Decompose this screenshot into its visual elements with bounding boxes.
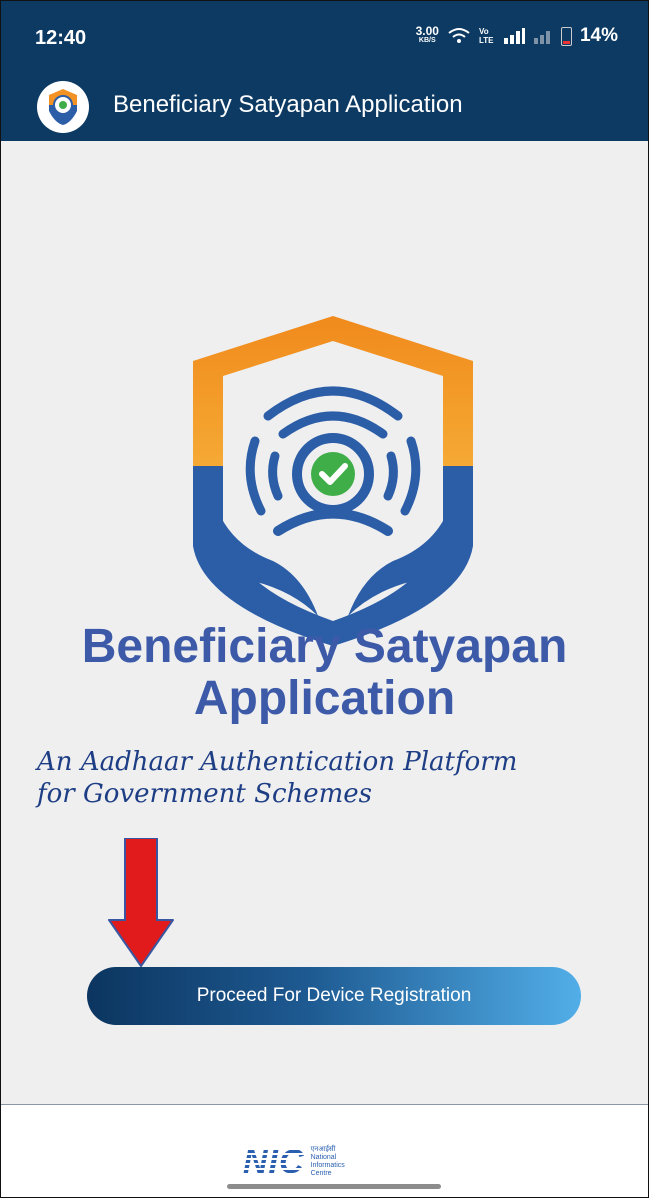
status-time: 12:40 [35,27,87,49]
app-title: Beneficiary Satyapan Application [113,91,463,118]
status-icons: 3.00 KB/S Vo LTE 14% [416,25,618,47]
volte-icon: Vo LTE [478,27,494,45]
phone-screen: 12:40 3.00 KB/S Vo LTE 14% Beneficiary S… [0,0,649,1198]
nic-logo-icon: NIC एनआईसी National Informatics Centre [243,1143,345,1181]
home-indicator[interactable] [227,1184,441,1189]
signal-weak-icon [533,31,550,44]
status-bar: 12:40 3.00 KB/S Vo LTE 14% [1,1,648,73]
app-heading: Beneficiary Satyapan Application [81,620,568,725]
app-logo-icon [37,81,89,133]
beneficiary-satyapan-logo-icon [193,316,473,646]
proceed-device-registration-button[interactable]: Proceed For Device Registration [87,967,581,1025]
battery-icon [560,26,572,46]
down-arrow-icon [108,838,174,967]
app-tagline: An Aadhaar Authentication Platform for G… [37,747,518,809]
signal-icon [503,28,525,44]
app-bar: Beneficiary Satyapan Application [1,73,648,141]
wifi-icon [448,28,470,43]
battery-percentage: 14% [579,25,618,46]
network-speed: 3.00 KB/S [415,24,439,44]
main-content: Beneficiary Satyapan Application An Aadh… [1,141,648,1104]
